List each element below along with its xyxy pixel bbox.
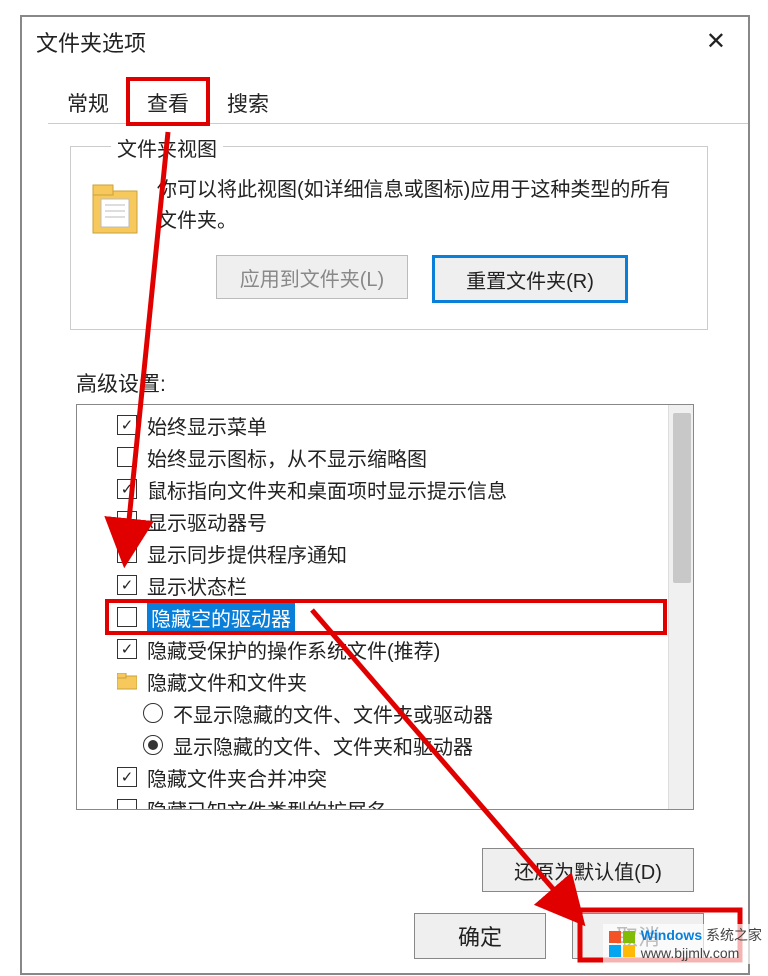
folder-view-group: 文件夹视图 你可以将此视图(如详细信息或图标)应用于这种类型的所有文件夹。 应用…: [70, 146, 708, 330]
checkbox-icon[interactable]: [117, 639, 137, 659]
folder-view-right: 你可以将此视图(如详细信息或图标)应用于这种类型的所有文件夹。 应用到文件夹(L…: [157, 175, 687, 303]
tabs: 常规 查看 搜索: [48, 79, 748, 124]
apply-to-folders-button[interactable]: 应用到文件夹(L): [216, 255, 408, 299]
dialog-title: 文件夹选项: [36, 26, 146, 58]
tab-view[interactable]: 查看: [128, 79, 208, 124]
checkbox-icon[interactable]: [117, 511, 137, 531]
adv-item-label: 显示驱动器号: [147, 507, 267, 536]
checkbox-icon[interactable]: [117, 479, 137, 499]
adv-item-1[interactable]: 始终显示图标，从不显示缩略图: [107, 441, 665, 473]
adv-item-8[interactable]: 隐藏文件和文件夹: [107, 665, 665, 697]
folder-view-description: 你可以将此视图(如详细信息或图标)应用于这种类型的所有文件夹。: [157, 175, 687, 237]
checkbox-icon[interactable]: [117, 799, 137, 810]
tab-search[interactable]: 搜索: [208, 79, 288, 124]
adv-item-0[interactable]: 始终显示菜单: [107, 409, 665, 441]
adv-item-label: 隐藏文件夹合并冲突: [147, 763, 327, 792]
folder-icon: [91, 179, 139, 237]
ok-button[interactable]: 确定: [414, 913, 546, 959]
watermark-text: Windows 系统之家 www.bjjmlv.com: [641, 926, 762, 962]
radio-icon[interactable]: [143, 735, 163, 755]
adv-item-label: 隐藏文件和文件夹: [147, 667, 307, 696]
folder-view-content: 你可以将此视图(如详细信息或图标)应用于这种类型的所有文件夹。 应用到文件夹(L…: [91, 175, 687, 303]
checkbox-icon[interactable]: [117, 767, 137, 787]
radio-icon[interactable]: [143, 703, 163, 723]
advanced-settings-label: 高级设置:: [76, 368, 748, 398]
adv-item-label: 始终显示图标，从不显示缩略图: [147, 443, 427, 472]
tab-general[interactable]: 常规: [48, 79, 128, 124]
adv-item-label: 隐藏已知文件类型的扩展名: [147, 795, 387, 811]
restore-defaults-button[interactable]: 还原为默认值(D): [482, 848, 694, 892]
watermark: Windows 系统之家 www.bjjmlv.com: [603, 924, 768, 964]
adv-item-label: 显示隐藏的文件、文件夹和驱动器: [173, 731, 473, 760]
folder-view-legend: 文件夹视图: [111, 133, 223, 162]
adv-item-3[interactable]: 显示驱动器号: [107, 505, 665, 537]
adv-item-label: 显示同步提供程序通知: [147, 539, 347, 568]
checkbox-icon[interactable]: [117, 447, 137, 467]
adv-item-4[interactable]: 显示同步提供程序通知: [107, 537, 665, 569]
folder-options-dialog: 文件夹选项 ✕ 常规 查看 搜索 文件夹视图 你可以将此视图(如详细信息或图标)…: [20, 15, 750, 975]
scrollbar-thumb[interactable]: [673, 413, 691, 583]
adv-item-label: 鼠标指向文件夹和桌面项时显示提示信息: [147, 475, 507, 504]
adv-item-12[interactable]: 隐藏已知文件类型的扩展名: [107, 793, 665, 810]
adv-item-11[interactable]: 隐藏文件夹合并冲突: [107, 761, 665, 793]
adv-item-label: 显示状态栏: [147, 571, 247, 600]
adv-item-label: 始终显示菜单: [147, 411, 267, 440]
titlebar: 文件夹选项 ✕: [22, 17, 748, 67]
adv-item-label: 隐藏受保护的操作系统文件(推荐): [147, 635, 440, 664]
adv-item-6[interactable]: 隐藏空的驱动器: [107, 601, 665, 633]
close-icon[interactable]: ✕: [698, 28, 734, 56]
adv-item-9[interactable]: 不显示隐藏的文件、文件夹或驱动器: [107, 697, 665, 729]
adv-item-10[interactable]: 显示隐藏的文件、文件夹和驱动器: [107, 729, 665, 761]
folder-icon: [117, 673, 137, 690]
checkbox-icon[interactable]: [117, 575, 137, 595]
advanced-settings-list[interactable]: 始终显示菜单始终显示图标，从不显示缩略图鼠标指向文件夹和桌面项时显示提示信息显示…: [76, 404, 694, 810]
checkbox-icon[interactable]: [117, 415, 137, 435]
checkbox-icon[interactable]: [117, 543, 137, 563]
adv-item-label: 不显示隐藏的文件、文件夹或驱动器: [173, 699, 493, 728]
adv-item-label: 隐藏空的驱动器: [147, 602, 295, 633]
adv-item-5[interactable]: 显示状态栏: [107, 569, 665, 601]
checkbox-icon[interactable]: [117, 607, 137, 627]
adv-item-2[interactable]: 鼠标指向文件夹和桌面项时显示提示信息: [107, 473, 665, 505]
windows-logo-icon: [609, 931, 635, 957]
reset-folders-button[interactable]: 重置文件夹(R): [432, 255, 628, 303]
adv-item-7[interactable]: 隐藏受保护的操作系统文件(推荐): [107, 633, 665, 665]
scrollbar[interactable]: [668, 405, 693, 809]
